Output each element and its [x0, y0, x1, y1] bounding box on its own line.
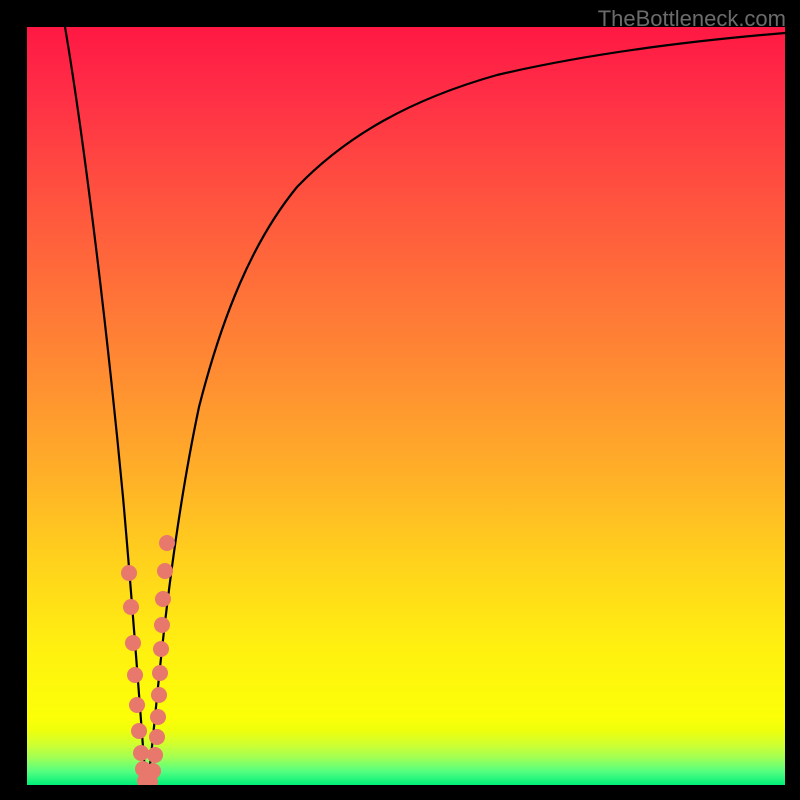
chart-frame: TheBottleneck.com [0, 0, 800, 800]
bottleneck-curve [65, 27, 785, 785]
data-dots [121, 535, 175, 785]
watermark-text: TheBottleneck.com [598, 6, 786, 32]
bottleneck-plot-svg [27, 27, 785, 785]
plot-area [27, 27, 785, 785]
